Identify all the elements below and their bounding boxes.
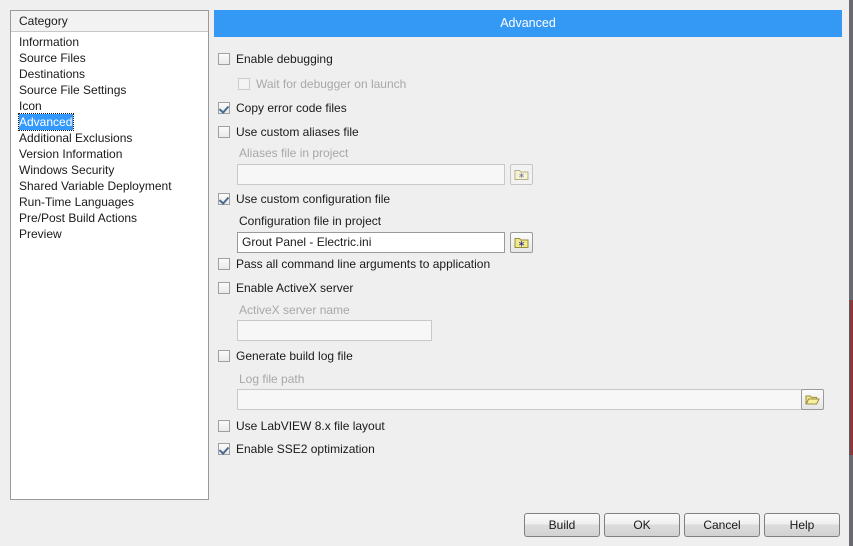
- aliases-file-input: [237, 164, 505, 185]
- svg-text:∗: ∗: [518, 171, 525, 180]
- generate-build-log-file-checkbox[interactable]: [218, 350, 230, 362]
- category-header: Category: [11, 11, 208, 32]
- sidebar-item-version-information[interactable]: Version Information: [11, 146, 208, 162]
- copy-error-code-files-label: Copy error code files: [236, 101, 347, 115]
- enable-sse2-optimization-checkbox[interactable]: [218, 443, 230, 455]
- enable-activex-server-label: Enable ActiveX server: [236, 281, 354, 295]
- sidebar-item-icon[interactable]: Icon: [11, 98, 208, 114]
- folder-asterisk-icon: ∗: [514, 168, 529, 181]
- checkbox-row-enable-activex-server[interactable]: Enable ActiveX server: [218, 281, 353, 295]
- ok-button[interactable]: OK: [604, 513, 680, 537]
- folder-asterisk-icon: ∗: [514, 236, 529, 249]
- enable-debugging-checkbox[interactable]: [218, 53, 230, 65]
- checkbox-row-use-custom-configuration-file[interactable]: Use custom configuration file: [218, 192, 390, 206]
- sidebar-item-run-time-languages[interactable]: Run-Time Languages: [11, 194, 208, 210]
- checkbox-row-wait-for-debugger: Wait for debugger on launch: [238, 77, 406, 91]
- checkbox-row-copy-error-code-files[interactable]: Copy error code files: [218, 101, 347, 115]
- dialog-button-bar: Build OK Cancel Help: [0, 513, 853, 539]
- checkbox-row-use-labview-8x-file-layout[interactable]: Use LabVIEW 8.x file layout: [218, 419, 385, 433]
- advanced-settings-panel: Enable debugging Wait for debugger on la…: [214, 44, 842, 499]
- use-labview-8x-file-layout-label: Use LabVIEW 8.x file layout: [236, 419, 385, 433]
- log-file-path-browse-button[interactable]: [801, 389, 824, 410]
- checkbox-row-pass-command-line-arguments[interactable]: Pass all command line arguments to appli…: [218, 257, 490, 271]
- aliases-file-browse-button: ∗: [510, 164, 533, 185]
- help-button[interactable]: Help: [764, 513, 840, 537]
- copy-error-code-files-checkbox[interactable]: [218, 102, 230, 114]
- sidebar-item-windows-security[interactable]: Windows Security: [11, 162, 208, 178]
- use-custom-aliases-file-checkbox[interactable]: [218, 126, 230, 138]
- pass-command-line-arguments-checkbox[interactable]: [218, 258, 230, 270]
- configuration-file-browse-button[interactable]: ∗: [510, 232, 533, 253]
- sidebar-item-shared-variable-deployment[interactable]: Shared Variable Deployment: [11, 178, 208, 194]
- generate-build-log-file-label: Generate build log file: [236, 349, 353, 363]
- log-file-path-input: [237, 389, 807, 410]
- sidebar-item-pre-post-build-actions[interactable]: Pre/Post Build Actions: [11, 210, 208, 226]
- sidebar-item-information[interactable]: Information: [11, 34, 208, 50]
- sidebar-item-additional-exclusions[interactable]: Additional Exclusions: [11, 130, 208, 146]
- activex-server-name-input: [237, 320, 432, 341]
- svg-text:∗: ∗: [518, 240, 526, 250]
- enable-activex-server-checkbox[interactable]: [218, 282, 230, 294]
- sidebar-item-source-file-settings[interactable]: Source File Settings: [11, 82, 208, 98]
- checkbox-row-generate-build-log-file[interactable]: Generate build log file: [218, 349, 353, 363]
- log-file-path-label: Log file path: [239, 372, 305, 386]
- sidebar-item-destinations[interactable]: Destinations: [11, 66, 208, 82]
- sidebar-item-source-files[interactable]: Source Files: [11, 50, 208, 66]
- sidebar-item-advanced[interactable]: Advanced: [17, 113, 75, 131]
- sidebar-item-advanced-wrapper: Advanced: [11, 113, 208, 131]
- enable-debugging-label: Enable debugging: [236, 52, 333, 66]
- use-custom-aliases-file-label: Use custom aliases file: [236, 125, 359, 139]
- cancel-button[interactable]: Cancel: [684, 513, 760, 537]
- folder-open-icon: [805, 393, 820, 406]
- category-listbox[interactable]: Category Information Source Files Destin…: [10, 10, 209, 500]
- page-title: Advanced: [214, 10, 842, 37]
- configuration-file-input[interactable]: Grout Panel - Electric.ini: [237, 232, 505, 253]
- activex-server-name-label: ActiveX server name: [239, 303, 350, 317]
- build-button[interactable]: Build: [524, 513, 600, 537]
- sidebar-item-preview[interactable]: Preview: [11, 226, 208, 242]
- use-custom-configuration-file-label: Use custom configuration file: [236, 192, 391, 206]
- enable-sse2-optimization-label: Enable SSE2 optimization: [236, 442, 375, 456]
- wait-for-debugger-label: Wait for debugger on launch: [256, 77, 407, 91]
- wait-for-debugger-checkbox: [238, 78, 250, 90]
- background-window-edge-top: [849, 0, 853, 300]
- checkbox-row-enable-debugging[interactable]: Enable debugging: [218, 52, 333, 66]
- checkbox-row-use-custom-aliases-file[interactable]: Use custom aliases file: [218, 125, 359, 139]
- category-list[interactable]: Information Source Files Destinations So…: [11, 32, 208, 242]
- checkbox-row-enable-sse2-optimization[interactable]: Enable SSE2 optimization: [218, 442, 375, 456]
- configuration-file-label: Configuration file in project: [239, 214, 382, 228]
- aliases-file-label: Aliases file in project: [239, 146, 349, 160]
- use-labview-8x-file-layout-checkbox[interactable]: [218, 420, 230, 432]
- use-custom-configuration-file-checkbox[interactable]: [218, 193, 230, 205]
- pass-command-line-arguments-label: Pass all command line arguments to appli…: [236, 257, 491, 271]
